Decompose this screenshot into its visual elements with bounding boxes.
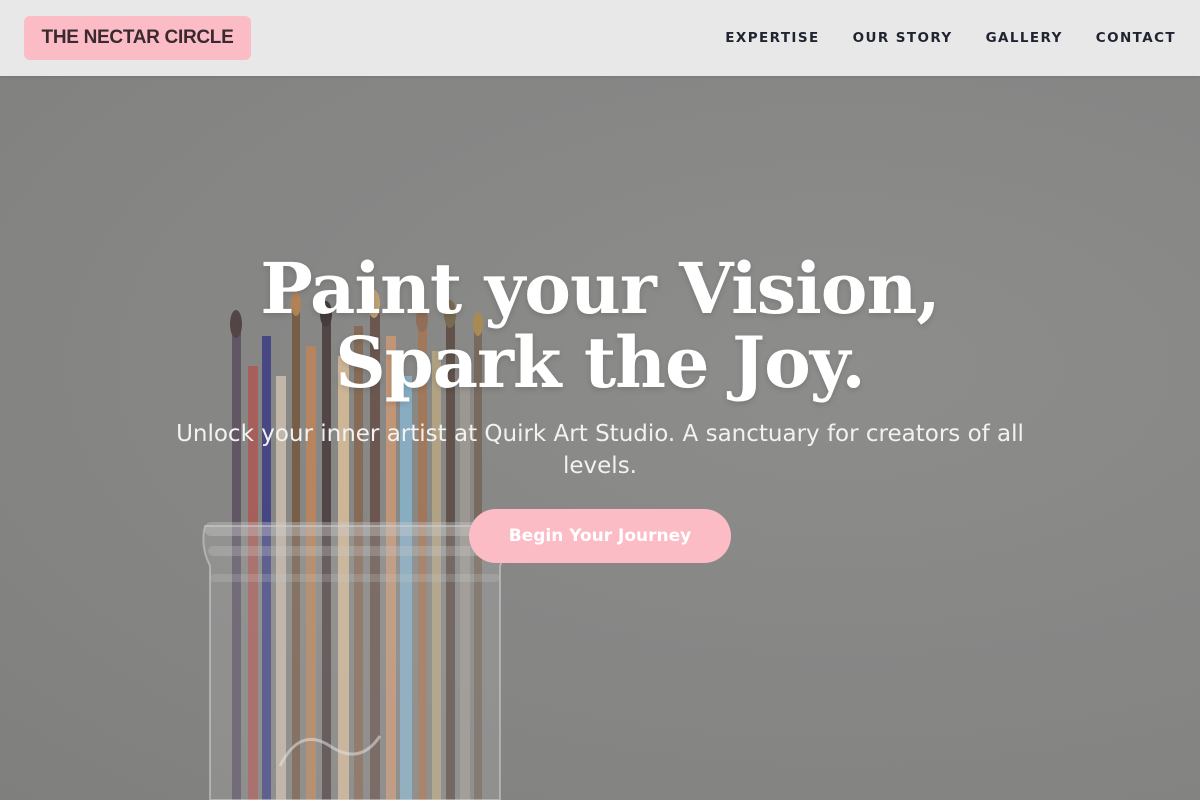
- nav-item-contact[interactable]: CONTACT: [1096, 30, 1176, 46]
- nav-item-our-story[interactable]: OUR STORY: [853, 30, 953, 46]
- hero-subtitle: Unlock your inner artist at Quirk Art St…: [176, 421, 1024, 479]
- site-header: THE NECTAR CIRCLE EXPERTISE OUR STORY GA…: [0, 0, 1200, 76]
- nav-item-gallery[interactable]: GALLERY: [986, 30, 1063, 46]
- begin-journey-button[interactable]: Begin Your Journey: [469, 509, 731, 563]
- nav-item-expertise[interactable]: EXPERTISE: [725, 30, 819, 46]
- hero-section: Paint your Vision, Spark the Joy. Unlock…: [0, 76, 1200, 800]
- logo-button[interactable]: THE NECTAR CIRCLE: [24, 16, 251, 60]
- hero-title: Paint your Vision, Spark the Joy.: [260, 247, 940, 404]
- main-nav: EXPERTISE OUR STORY GALLERY CONTACT: [725, 0, 1176, 76]
